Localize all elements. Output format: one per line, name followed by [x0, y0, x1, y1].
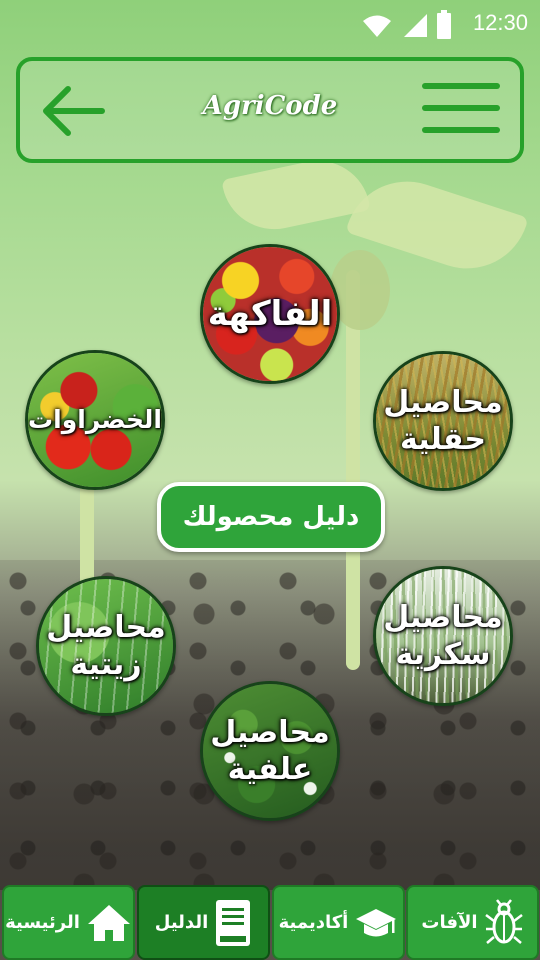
nav-label: الرئيسية [5, 912, 80, 933]
bottom-nav: الرئيسية الدليل أكاديمية الآفات [0, 882, 540, 960]
nav-label: أكاديمية [278, 912, 349, 933]
category-oil-crops[interactable]: محاصيل زيتية [36, 576, 176, 716]
category-field-crops[interactable]: محاصيل حقلية [373, 351, 513, 491]
nav-label: الدليل [154, 912, 209, 933]
status-bar: 12:30 [0, 0, 540, 50]
category-label: محاصيل حقلية [383, 384, 503, 458]
bug-icon [484, 898, 523, 944]
category-forage-crops[interactable]: محاصيل علفية [200, 681, 340, 821]
nav-guide[interactable]: الدليل [137, 885, 270, 960]
hamburger-menu-icon [422, 83, 500, 133]
menu-button[interactable] [420, 77, 502, 143]
home-icon [87, 904, 130, 941]
category-label: محاصيل زيتية [46, 609, 166, 683]
nav-pests[interactable]: الآفات [406, 885, 539, 960]
battery-icon [437, 10, 451, 39]
nav-academy[interactable]: أكاديمية [272, 885, 405, 960]
nav-label: الآفات [421, 912, 478, 933]
category-vegetables[interactable]: الخضراوات [25, 350, 165, 490]
category-fruits[interactable]: الفاكهة [200, 244, 340, 384]
book-icon [216, 899, 251, 946]
status-time: 12:30 [472, 10, 528, 35]
background-stem [346, 270, 360, 670]
nav-home[interactable]: الرئيسية [2, 885, 135, 960]
category-label: محاصيل سكرية [383, 599, 503, 673]
category-label: الخضراوات [28, 405, 162, 435]
category-label: الفاكهة [207, 293, 333, 334]
wifi-icon [363, 15, 391, 37]
app-header: AgriCode [16, 57, 524, 163]
signal-icon [404, 14, 427, 37]
graduation-cap-icon [356, 908, 397, 936]
category-sugar-crops[interactable]: محاصيل سكرية [373, 566, 513, 706]
category-label: محاصيل علفية [210, 714, 330, 788]
crop-guide-button[interactable]: دليل محصولك [157, 482, 385, 552]
